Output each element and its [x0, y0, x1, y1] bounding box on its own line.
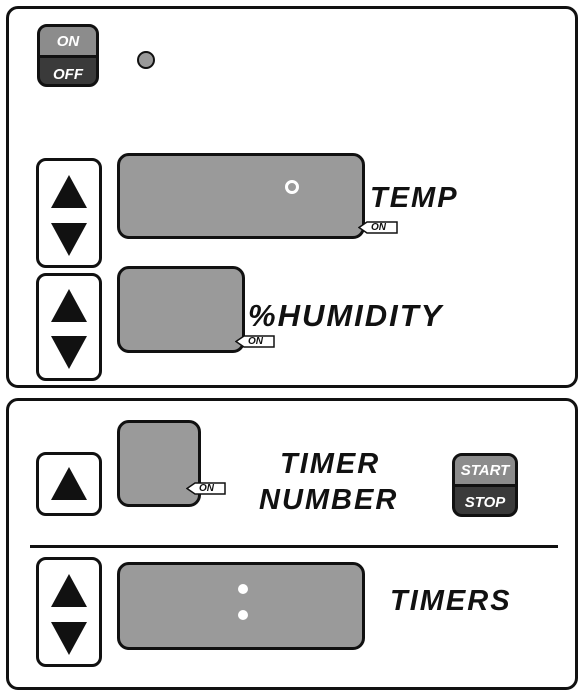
humidity-label: %HUMIDITY	[248, 298, 444, 333]
timers-label: TIMERS	[390, 585, 512, 617]
temp-up-arrow-icon[interactable]	[51, 175, 87, 208]
humidity-up-arrow-icon[interactable]	[51, 289, 87, 322]
start-label: START	[455, 456, 515, 487]
timers-up-arrow-icon[interactable]	[51, 574, 87, 607]
stop-label: STOP	[464, 494, 506, 511]
power-on-off-button[interactable]: ON OFF	[37, 24, 99, 87]
timer-number-on-indicator: ON	[186, 482, 226, 495]
power-on-label: ON	[40, 27, 96, 58]
temp-stepper	[36, 158, 102, 268]
timers-display	[117, 562, 365, 650]
humidity-down-arrow-icon[interactable]	[51, 336, 87, 369]
timer-number-label-line1: TIMER	[280, 448, 381, 480]
temp-down-arrow-icon[interactable]	[51, 223, 87, 256]
temp-label: TEMP	[370, 182, 459, 214]
temp-display	[117, 153, 365, 239]
humidity-on-indicator: ON	[235, 335, 275, 348]
humidity-stepper	[36, 273, 102, 381]
humidity-on-tag-text: ON	[248, 336, 263, 347]
colon-bottom-dot	[238, 610, 248, 620]
temp-on-indicator: ON	[358, 221, 398, 234]
timer-number-up-arrow-icon	[51, 467, 87, 500]
degree-symbol-icon	[285, 180, 299, 194]
temp-on-tag-text: ON	[371, 222, 386, 233]
power-off-label: OFF	[53, 65, 83, 83]
start-stop-button[interactable]: START STOP	[452, 453, 518, 517]
timers-down-arrow-icon[interactable]	[51, 622, 87, 655]
timers-stepper	[36, 557, 102, 667]
timer-number-label-line2: NUMBER	[259, 484, 399, 516]
timer-number-on-tag-text: ON	[199, 483, 214, 494]
timer-divider	[30, 545, 558, 548]
timer-number-up-button[interactable]	[36, 452, 102, 516]
humidity-display	[117, 266, 245, 353]
power-indicator-led	[137, 51, 155, 69]
colon-top-dot	[238, 584, 248, 594]
